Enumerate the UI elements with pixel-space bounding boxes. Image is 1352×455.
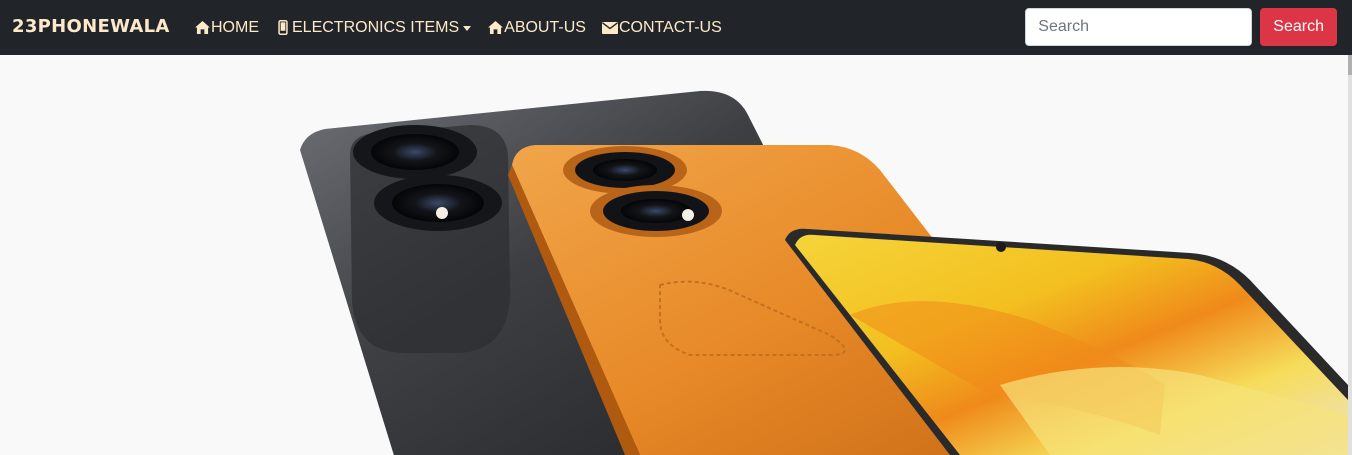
scrollbar-thumb[interactable] xyxy=(1348,55,1352,75)
nav-item-electronics[interactable]: ELECTRONICS ITEMS xyxy=(275,18,472,37)
nav-links: HOME ELECTRONICS ITEMS ABOUT-US CONTACT-… xyxy=(194,0,738,55)
brand-logo[interactable]: 23PHONEWALA xyxy=(12,16,170,37)
phones-image xyxy=(300,90,1348,455)
nav-item-label: ABOUT-US xyxy=(504,18,586,36)
search-input[interactable] xyxy=(1025,8,1253,46)
top-navbar: 23PHONEWALA HOME ELECTRONICS ITEMS ABOUT… xyxy=(0,0,1352,55)
mobile-icon xyxy=(275,20,291,36)
search-form: Search xyxy=(1025,8,1337,46)
nav-item-contact[interactable]: CONTACT-US xyxy=(601,18,722,37)
search-button[interactable]: Search xyxy=(1260,8,1337,46)
nav-item-label: CONTACT-US xyxy=(618,18,722,36)
nav-item-label: HOME xyxy=(211,18,259,36)
home-icon xyxy=(194,20,210,36)
nav-item-label: ELECTRONICS ITEMS xyxy=(292,18,460,36)
envelope-icon xyxy=(601,20,618,36)
hero-carousel xyxy=(0,55,1348,455)
home-icon xyxy=(487,20,503,36)
nav-item-home[interactable]: HOME xyxy=(194,19,259,37)
page-scrollbar[interactable] xyxy=(1348,55,1352,455)
nav-item-about[interactable]: ABOUT-US xyxy=(487,19,586,37)
chevron-down-icon xyxy=(463,26,472,31)
